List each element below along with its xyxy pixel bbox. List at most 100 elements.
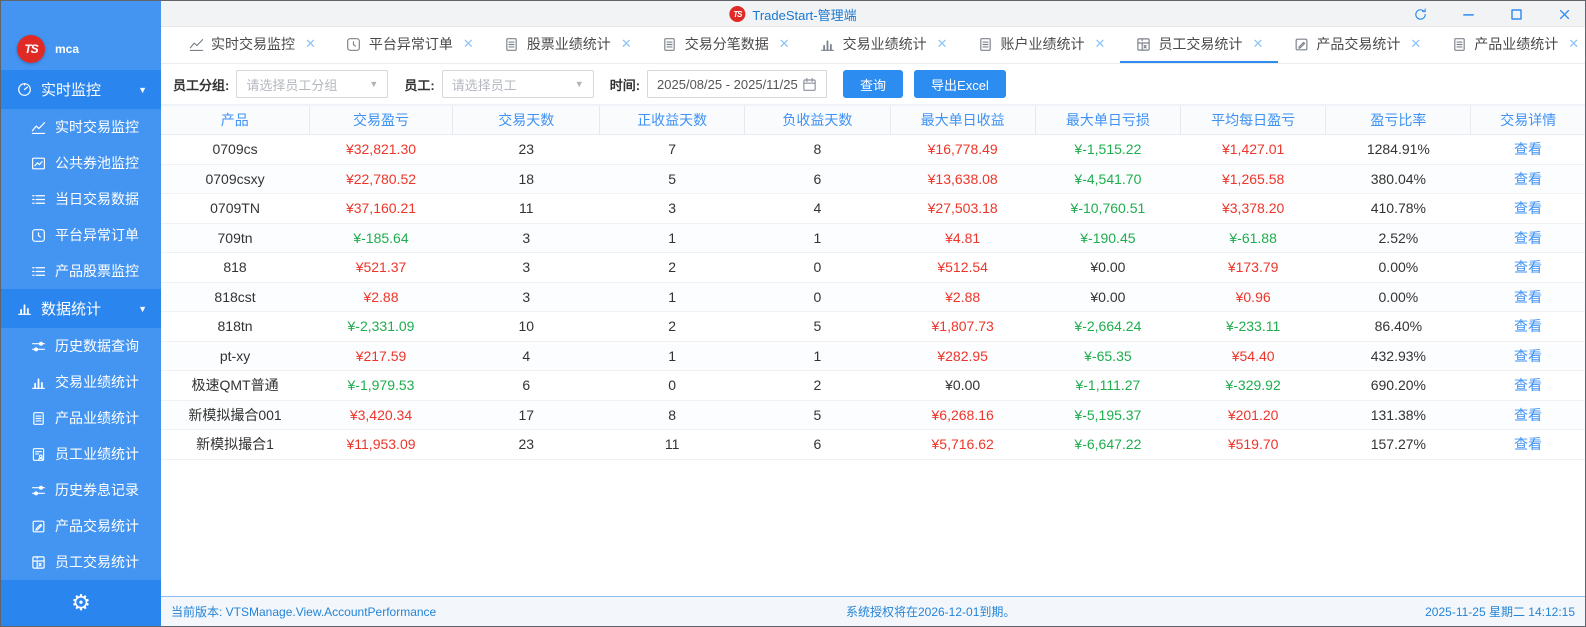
employee-select[interactable]: 请选择员工 ▼ [441, 70, 594, 98]
tab-label: 股票业绩统计 [526, 36, 611, 52]
employee-placeholder: 请选择员工 [451, 77, 517, 93]
ratio-cell: 0.00% [1325, 252, 1471, 283]
tab-close-icon[interactable]: ✕ [1252, 36, 1263, 52]
view-detail-link[interactable]: 查看 [1514, 259, 1542, 275]
tab-close-icon[interactable]: ✕ [937, 36, 948, 52]
chevron-down-icon: ▼ [138, 84, 147, 95]
edit-doc-icon [1293, 36, 1309, 52]
export-excel-button[interactable]: 导出Excel [914, 70, 1006, 98]
sidebar-item-label: 交易业绩统计 [55, 374, 139, 390]
sliders-icon [30, 338, 46, 354]
bar-chart-icon [30, 374, 46, 390]
close-button[interactable] [1555, 5, 1573, 23]
sidebar-item-label: 平台异常订单 [55, 227, 139, 243]
sidebar-item[interactable]: 历史券息记录 [1, 472, 161, 508]
sidebar-item-label: 公共券池监控 [55, 155, 139, 171]
employee-group-select[interactable]: 请选择员工分组 ▼ [236, 70, 389, 98]
sidebar-item[interactable]: 员工交易统计 [1, 544, 161, 580]
days-cell: 4 [452, 341, 600, 371]
neg-days-cell: 5 [744, 311, 891, 342]
tab-1[interactable]: 实时交易监控 ✕ [173, 27, 331, 63]
detail-cell: 查看 [1470, 252, 1585, 283]
close-icon [1556, 6, 1572, 22]
refresh-button[interactable] [1411, 5, 1429, 23]
sidebar-item[interactable]: 公共券池监控 [1, 145, 161, 181]
view-detail-link[interactable]: 查看 [1514, 230, 1542, 246]
sidebar-item[interactable]: 历史数据查询 [1, 328, 161, 364]
tab-close-icon[interactable]: ✕ [1568, 36, 1579, 52]
max-gain-cell: ¥6,268.16 [890, 400, 1036, 430]
neg-days-cell: 1 [744, 341, 891, 371]
sliders-icon [30, 482, 46, 498]
sidebar-logo-row: TS mca [1, 27, 161, 70]
view-detail-link[interactable]: 查看 [1514, 407, 1542, 423]
product-cell: 709tn [161, 223, 310, 253]
tab-6[interactable]: 账户业绩统计 ✕ [963, 27, 1121, 63]
max-gain-cell: ¥27,503.18 [890, 193, 1036, 224]
maximize-button[interactable] [1507, 5, 1525, 23]
view-detail-link[interactable]: 查看 [1514, 289, 1542, 305]
tab-label: 产品业绩统计 [1474, 36, 1559, 52]
window-title-area: TS TradeStart-管理端 [729, 1, 857, 27]
days-cell: 23 [452, 134, 600, 165]
gear-icon[interactable]: ⚙ [71, 593, 91, 615]
column-header: 最大单日亏损 [1034, 105, 1181, 135]
tab-4[interactable]: 交易分笔数据 ✕ [647, 27, 805, 63]
sidebar-item[interactable]: 产品交易统计 [1, 508, 161, 544]
tab-close-icon[interactable]: ✕ [779, 36, 790, 52]
tab-close-icon[interactable]: ✕ [621, 36, 632, 52]
pos-days-cell: 11 [599, 429, 745, 460]
main-panel: 实时交易监控 ✕ 平台异常订单 ✕ 股票业绩统计 ✕ 交易分笔数据 ✕ 交易业绩统计 ✕ 账户业绩统… [161, 27, 1585, 626]
view-detail-link[interactable]: 查看 [1514, 377, 1542, 393]
sidebar-item[interactable]: 平台异常订单 [1, 217, 161, 253]
table-row: pt-xy ¥217.59 4 1 1 ¥282.95 ¥-65.35 ¥54.40 432.9… [161, 341, 1585, 371]
sidebar-item[interactable]: 员工业绩统计 [1, 436, 161, 472]
tab-close-icon[interactable]: ✕ [1095, 36, 1106, 52]
edit-doc-icon [30, 518, 46, 534]
avg-daily-cell: ¥1,427.01 [1180, 134, 1326, 165]
table-row: 0709csxy ¥22,780.52 18 5 6 ¥13,638.08 ¥-4,541.… [161, 164, 1585, 194]
chevron-down-icon: ▼ [574, 79, 584, 89]
view-detail-link[interactable]: 查看 [1514, 141, 1542, 157]
doc-icon [662, 36, 678, 52]
tab-8[interactable]: 产品交易统计 ✕ [1278, 27, 1436, 63]
max-gain-cell: ¥5,716.62 [890, 429, 1036, 460]
column-header: 交易天数 [452, 105, 600, 135]
minimize-button[interactable] [1459, 5, 1477, 23]
tab-close-icon[interactable]: ✕ [1410, 36, 1421, 52]
detail-cell: 查看 [1470, 164, 1585, 194]
neg-days-cell: 4 [744, 193, 891, 224]
ratio-cell: 690.20% [1325, 370, 1471, 401]
date-range-input[interactable]: 2025/08/25 - 2025/11/25 [647, 70, 828, 98]
sidebar-item[interactable]: 当日交易数据 [1, 181, 161, 217]
doc-icon [1451, 36, 1467, 52]
tab-9[interactable]: 产品业绩统计 ✕ [1436, 27, 1585, 63]
view-detail-link[interactable]: 查看 [1514, 318, 1542, 334]
sidebar-item[interactable]: 交易业绩统计 [1, 364, 161, 400]
sidebar-item[interactable]: 产品业绩统计 [1, 400, 161, 436]
view-detail-link[interactable]: 查看 [1514, 348, 1542, 364]
max-gain-cell: ¥13,638.08 [890, 164, 1036, 194]
query-button[interactable]: 查询 [843, 70, 904, 98]
table-row: 极速QMT普通 ¥-1,979.53 6 0 2 ¥0.00 ¥-1,111.27 ¥-329… [161, 370, 1585, 401]
sidebar-group-header-0[interactable]: 实时监控 ▼ [1, 70, 161, 109]
view-detail-link[interactable]: 查看 [1514, 436, 1542, 452]
sidebar-item[interactable]: 实时交易监控 [1, 109, 161, 145]
neg-days-cell: 2 [744, 370, 891, 401]
tab-2[interactable]: 平台异常订单 ✕ [331, 27, 489, 63]
bar-chart-icon [16, 301, 32, 317]
version-text: 当前版本: VTSManage.View.AccountPerformance [171, 605, 437, 619]
view-detail-link[interactable]: 查看 [1514, 200, 1542, 216]
pnl-cell: ¥37,160.21 [309, 193, 453, 224]
tab-7[interactable]: 员工交易统计 ✕ [1120, 27, 1279, 63]
trend-box-icon [30, 155, 46, 171]
max-gain-cell: ¥0.00 [890, 370, 1036, 401]
tab-5[interactable]: 交易业绩统计 ✕ [805, 27, 963, 63]
tab-close-icon[interactable]: ✕ [463, 36, 474, 52]
gauge-icon [16, 82, 32, 98]
tab-3[interactable]: 股票业绩统计 ✕ [489, 27, 647, 63]
tab-close-icon[interactable]: ✕ [305, 36, 316, 52]
sidebar-group-header-1[interactable]: 数据统计 ▼ [1, 289, 161, 328]
view-detail-link[interactable]: 查看 [1514, 171, 1542, 187]
sidebar-item[interactable]: 产品股票监控 [1, 253, 161, 289]
